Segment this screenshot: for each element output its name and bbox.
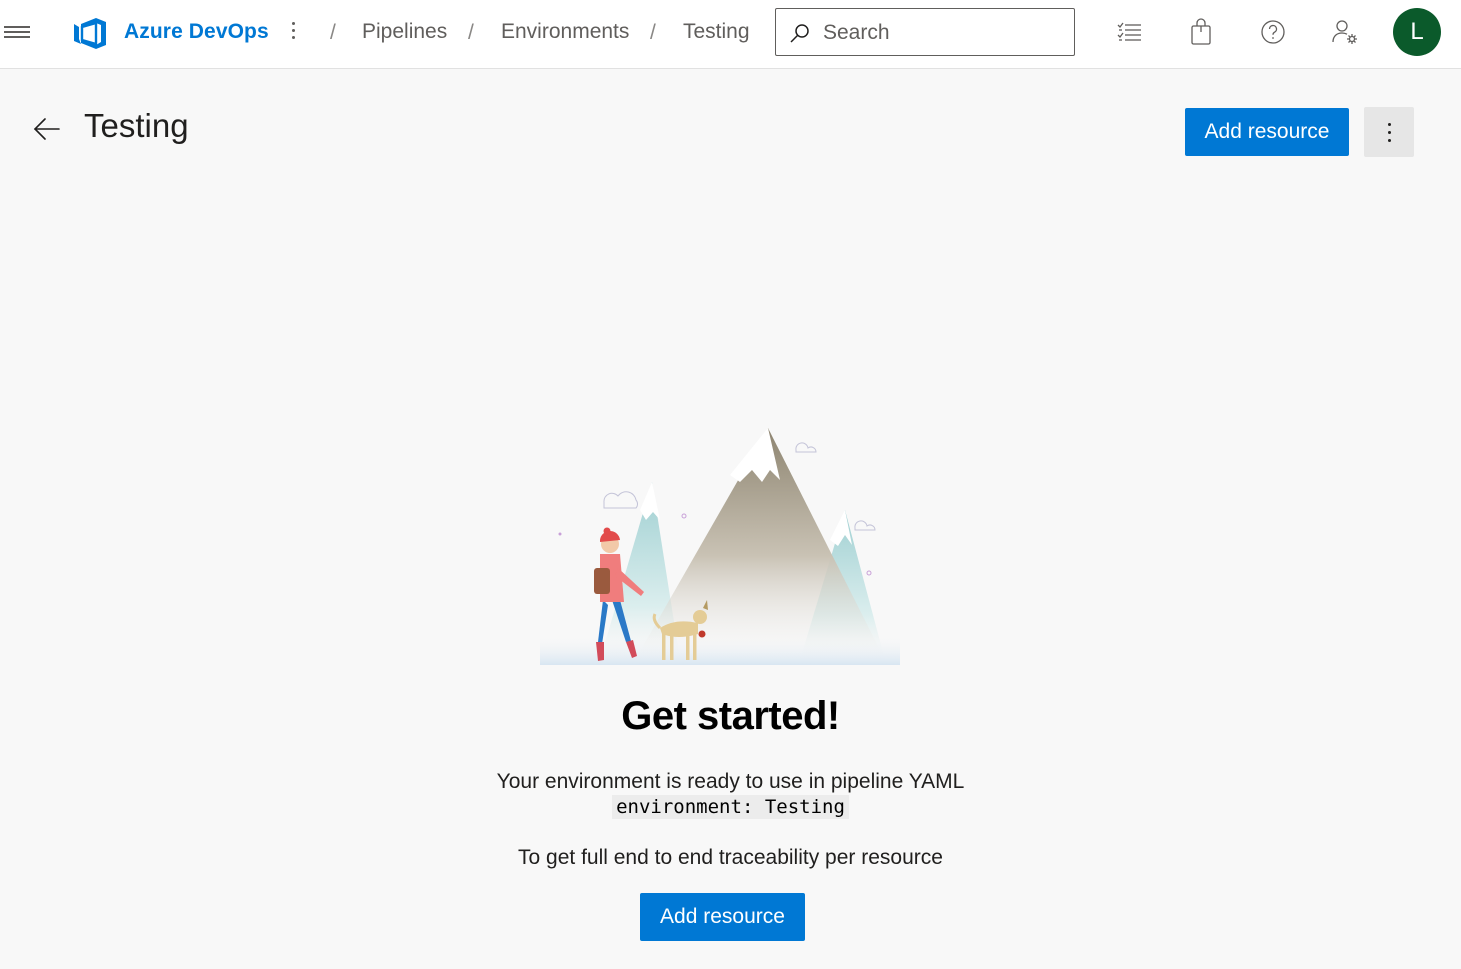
empty-state-headline: Get started! [621, 694, 840, 738]
back-arrow-icon[interactable] [30, 113, 64, 145]
traceability-text: To get full end to end traceability per … [518, 846, 943, 869]
add-resource-button-empty-state[interactable]: Add resource [640, 893, 805, 941]
more-vertical-icon[interactable] [283, 20, 303, 46]
task-list-icon[interactable] [1115, 18, 1143, 46]
breadcrumb-separator: / [650, 21, 656, 44]
more-options-button[interactable] [1364, 107, 1414, 157]
avatar[interactable]: L [1393, 8, 1441, 56]
breadcrumb-separator: / [330, 21, 336, 44]
more-vertical-icon [1364, 123, 1414, 147]
yaml-snippet: environment: Testing [612, 795, 849, 819]
marketplace-bag-icon[interactable] [1187, 18, 1215, 46]
help-icon[interactable] [1259, 18, 1287, 46]
top-navigation-bar: Azure DevOps / Pipelines / Environments … [0, 0, 1461, 69]
menu-icon[interactable] [4, 26, 30, 40]
empty-state-description: Your environment is ready to use in pipe… [496, 770, 965, 793]
breadcrumb-testing[interactable]: Testing [683, 20, 750, 44]
page-title: Testing [84, 107, 189, 144]
breadcrumb-pipelines[interactable]: Pipelines [362, 20, 447, 44]
breadcrumb-environments[interactable]: Environments [501, 20, 629, 44]
search-input[interactable] [823, 19, 1063, 47]
search-icon [790, 24, 809, 43]
azure-devops-logo[interactable] [70, 14, 108, 52]
add-resource-button[interactable]: Add resource [1185, 108, 1349, 156]
user-settings-icon[interactable] [1331, 18, 1359, 46]
brand-name[interactable]: Azure DevOps [124, 20, 269, 44]
mountain-hiker-illustration [540, 428, 900, 665]
search-box[interactable] [775, 8, 1075, 56]
breadcrumb-separator: / [468, 21, 474, 44]
yaml-snippet-line: environment: Testing [0, 795, 1461, 819]
